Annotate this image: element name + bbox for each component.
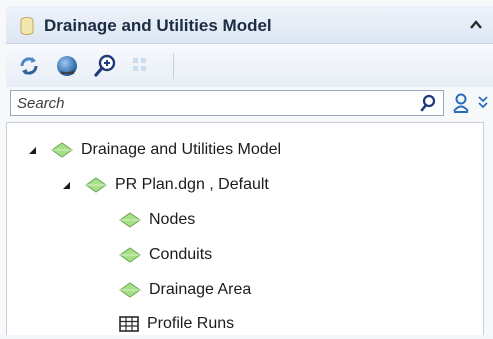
tree-node-file[interactable]: PR Plan.dgn , Default — [61, 170, 269, 200]
refresh-button[interactable] — [14, 51, 44, 81]
chevron-up-icon[interactable] — [469, 18, 483, 32]
caret-down-icon[interactable] — [27, 145, 37, 155]
gem-icon — [119, 212, 141, 228]
tree-node-label: Drainage Area — [149, 281, 252, 298]
cylinder-icon — [20, 17, 34, 35]
search-box[interactable] — [10, 90, 444, 116]
search-icon[interactable] — [419, 94, 437, 112]
person-search-icon[interactable] — [450, 92, 472, 114]
grid-icon — [133, 58, 146, 71]
gem-icon — [85, 177, 107, 193]
tree-node-label: Drainage and Utilities Model — [81, 141, 282, 158]
search-row — [6, 90, 493, 116]
tree-node-label: Profile Runs — [147, 315, 235, 332]
grid-button[interactable] — [126, 51, 156, 81]
tree-node-label: PR Plan.dgn , Default — [115, 176, 269, 193]
tree-node-label: Conduits — [149, 246, 213, 263]
toolbar-separator — [173, 53, 174, 79]
explorer-panel: Drainage and Utilities Model Search Drai… — [0, 0, 493, 335]
globe-icon — [57, 56, 77, 76]
tree-node-label: Nodes — [149, 211, 196, 228]
tree-node-nodes[interactable]: Nodes — [119, 205, 195, 235]
model-tree: Drainage and Utilities Model PR Plan.dgn… — [6, 122, 484, 335]
search-input[interactable] — [17, 93, 397, 113]
gem-icon — [119, 247, 141, 263]
toolbar — [6, 45, 493, 87]
zoom-in-icon — [94, 54, 116, 77]
tree-node-root[interactable]: Drainage and Utilities Model — [27, 135, 281, 165]
zoom-in-button[interactable] — [90, 51, 120, 81]
globe-button[interactable] — [52, 51, 82, 81]
panel-title-bar[interactable]: Drainage and Utilities Model — [6, 6, 493, 44]
tree-node-conduits[interactable]: Conduits — [119, 240, 212, 270]
refresh-icon — [20, 57, 38, 75]
tree-node-drainage-area[interactable]: Drainage Area — [119, 275, 251, 305]
gem-icon — [51, 142, 73, 158]
gem-icon — [119, 282, 141, 298]
caret-down-icon[interactable] — [61, 180, 71, 190]
panel-title: Drainage and Utilities Model — [44, 16, 272, 35]
table-icon — [119, 316, 139, 332]
chevron-double-down-icon[interactable] — [476, 93, 490, 111]
